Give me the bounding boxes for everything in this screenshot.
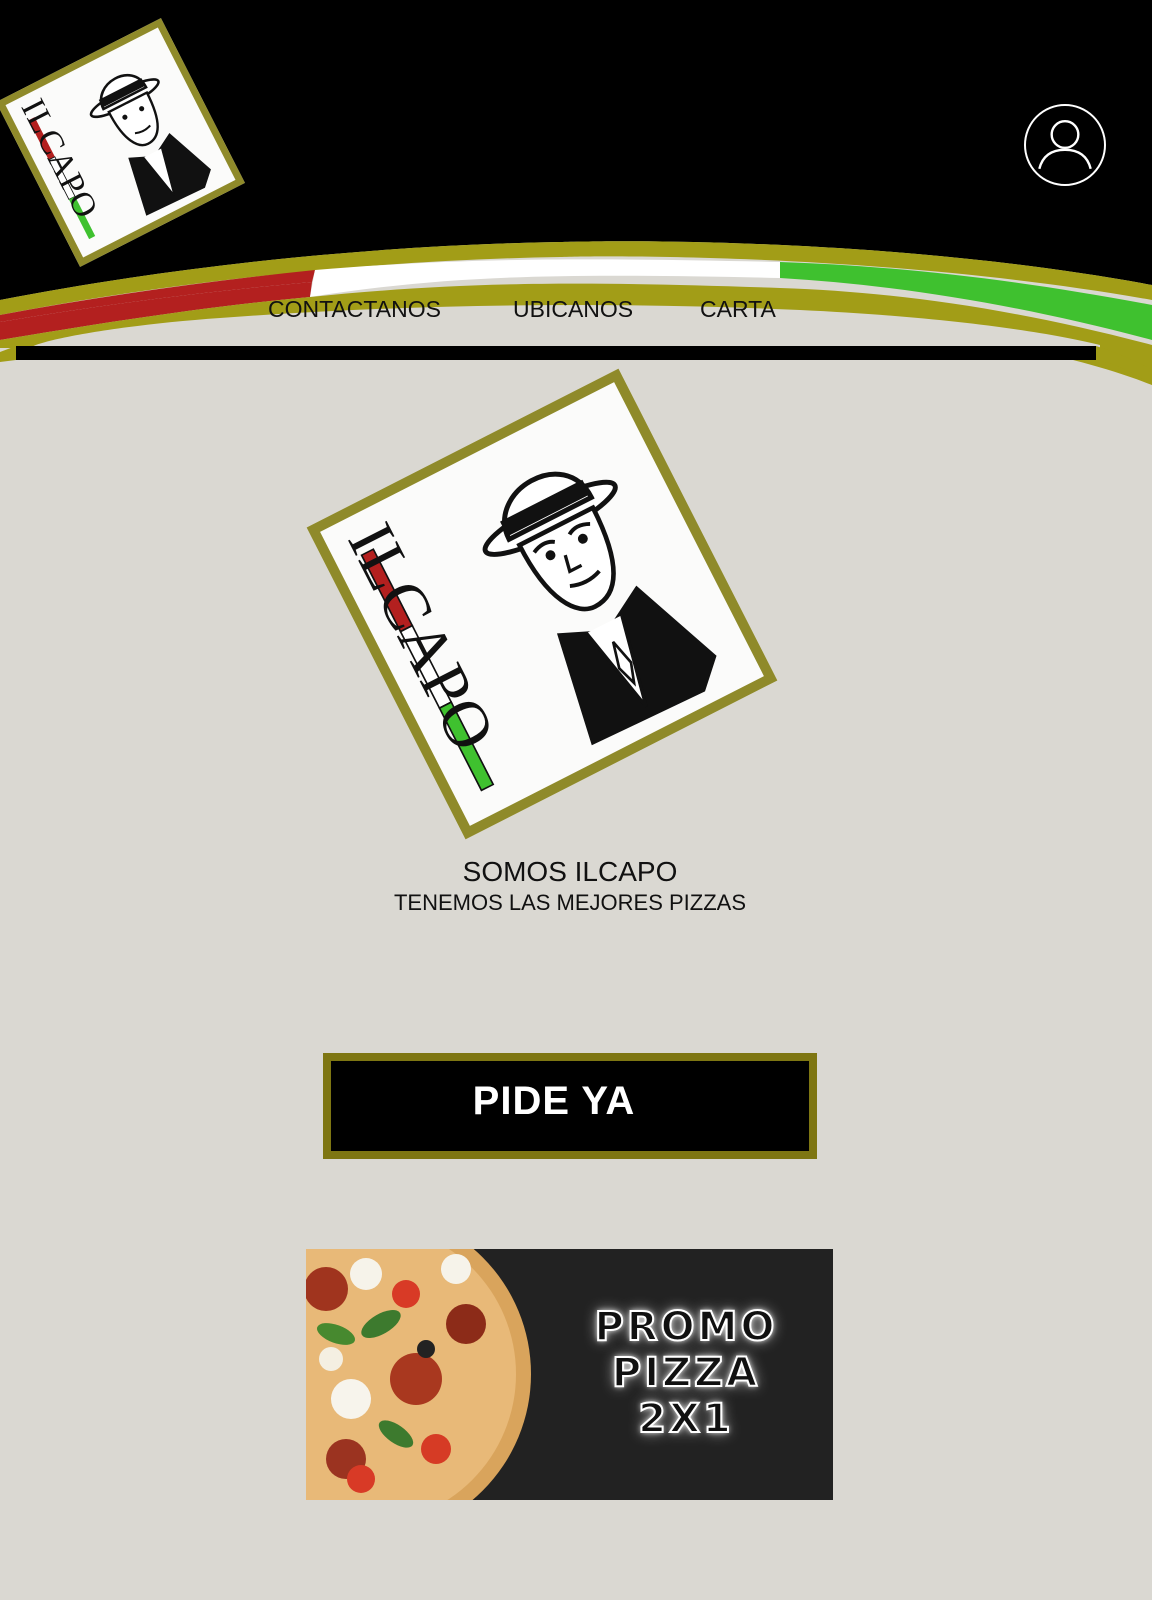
site-header: ILCAPO CONTACTANOS UBICANOS CARTA — [0, 0, 1152, 390]
nav-item-ubicanos[interactable]: UBICANOS — [513, 296, 633, 323]
hero-subtitle: TENEMOS LAS MEJORES PIZZAS — [393, 890, 747, 915]
promo-banner[interactable]: PROMO PIZZA 2X1 — [306, 1249, 833, 1500]
user-icon — [1038, 120, 1092, 170]
promo-line-3: 2X1 — [637, 1395, 734, 1443]
promo-line-2: PIZZA — [611, 1349, 761, 1397]
order-now-button[interactable]: PIDE YA — [323, 1053, 817, 1159]
hero-logo: ILCAPO — [306, 368, 778, 840]
hero-title: SOMOS ILCAPO — [462, 856, 678, 887]
nav-item-contactanos[interactable]: CONTACTANOS — [268, 296, 441, 323]
order-now-label: PIDE YA — [472, 1079, 636, 1123]
promo-line-1: PROMO — [594, 1303, 778, 1351]
user-account-button[interactable] — [1024, 104, 1106, 186]
nav-item-carta[interactable]: CARTA — [700, 296, 776, 323]
